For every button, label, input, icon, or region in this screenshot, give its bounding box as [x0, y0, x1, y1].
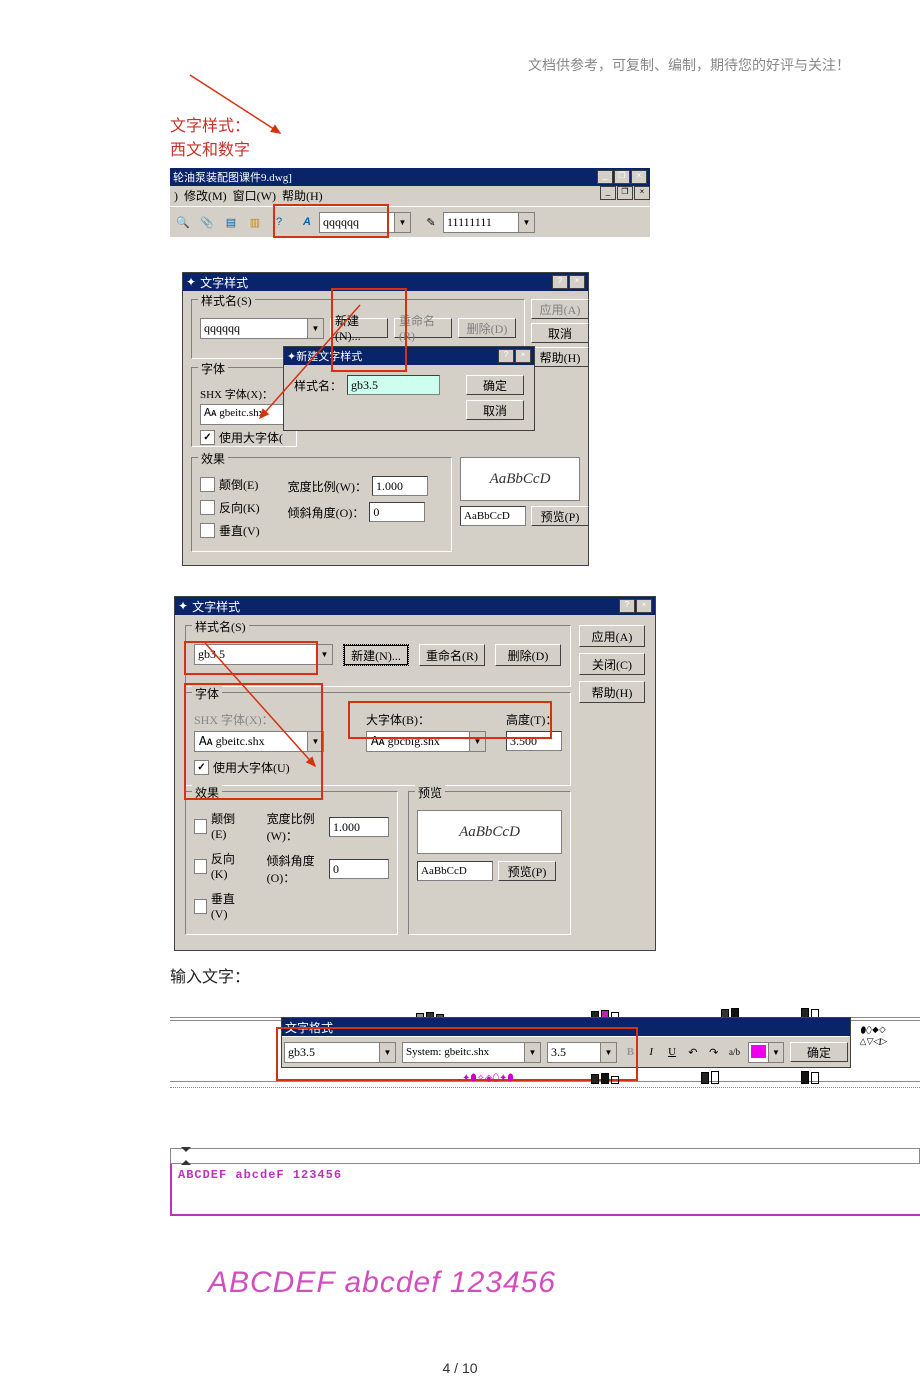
shx-combo[interactable]: 🗛 gbeitc.shx: [200, 404, 284, 425]
menu-bar: ) 修改(M) 窗口(W) 帮助(H): [170, 186, 650, 206]
menu-help[interactable]: 帮助(H): [282, 189, 323, 203]
redo-icon[interactable]: ↷: [706, 1042, 721, 1062]
new-button[interactable]: 新建(N)...: [330, 318, 388, 338]
delete-button[interactable]: 删除(D): [495, 644, 561, 666]
underline-icon[interactable]: U: [665, 1042, 680, 1062]
undo-icon[interactable]: ↶: [685, 1042, 700, 1062]
height-input[interactable]: [506, 731, 562, 751]
style-name-combo[interactable]: ▼: [200, 318, 324, 339]
width-scale-input[interactable]: [372, 476, 428, 496]
name-label: 样式名：: [294, 377, 342, 394]
preview-input[interactable]: [460, 506, 526, 526]
restore-icon[interactable]: ❐: [617, 186, 633, 200]
restore-icon[interactable]: ❐: [614, 170, 630, 184]
minimize-icon[interactable]: _: [597, 170, 613, 184]
tool-icon[interactable]: ▤: [220, 211, 242, 233]
heading-2: 西文和数字: [170, 139, 920, 163]
style-name-input[interactable]: [347, 375, 440, 395]
apply-button[interactable]: 应用(A): [531, 299, 589, 319]
rename-button[interactable]: 重命名(R): [394, 318, 452, 338]
preview-box: AaBbCcD: [417, 810, 562, 854]
help-icon[interactable]: ?: [552, 275, 568, 289]
preview-button[interactable]: 预览(P): [531, 506, 589, 526]
close-icon[interactable]: ×: [636, 599, 652, 613]
group-label: 样式名(S): [198, 292, 255, 309]
vertical-checkbox[interactable]: 垂直(V): [194, 890, 245, 922]
toolbar: 🔍 📎 ▤ ▥ ? A ▼ ✎ ▼: [170, 206, 650, 237]
notice-text: 文档供参考，可复制、编制，期待您的好评与关注！: [0, 0, 920, 75]
app-titlebar: 轮油泵装配图课件9.dwg] _ ❐ ×: [170, 168, 650, 186]
preview-input[interactable]: [417, 861, 493, 881]
tool-icon[interactable]: ▥: [244, 211, 266, 233]
italic-icon[interactable]: I: [644, 1042, 659, 1062]
rename-button[interactable]: 重命名(R): [419, 644, 485, 666]
menu-window[interactable]: 窗口(W): [233, 189, 276, 203]
tool-icon[interactable]: 🔍: [172, 211, 194, 233]
heading-1: 文字样式：: [170, 115, 920, 139]
format-font-combo[interactable]: ▼: [402, 1042, 541, 1063]
preview-button[interactable]: 预览(P): [498, 861, 556, 881]
cancel-button[interactable]: 取消: [531, 323, 589, 343]
oblique-input[interactable]: [369, 502, 425, 522]
tool-icon[interactable]: 📎: [196, 211, 218, 233]
upside-checkbox[interactable]: 颠倒(E): [200, 476, 260, 493]
oblique-input[interactable]: [329, 859, 389, 879]
dim-style-icon[interactable]: ✎: [421, 212, 441, 232]
apply-button[interactable]: 应用(A): [579, 625, 645, 647]
close-icon[interactable]: ×: [515, 349, 531, 363]
menu-modify[interactable]: 修改(M): [184, 189, 227, 203]
close-button[interactable]: 关闭(C): [579, 653, 645, 675]
help-icon[interactable]: ?: [498, 349, 514, 363]
group-label: 字体: [198, 360, 228, 377]
delete-button[interactable]: 删除(D): [458, 318, 516, 338]
width-scale-input[interactable]: [329, 817, 389, 837]
shx-label: SHX 字体(X)：: [200, 386, 288, 402]
minimize-icon[interactable]: _: [600, 186, 616, 200]
ok-button[interactable]: 确定: [466, 375, 524, 395]
upside-checkbox[interactable]: 颠倒(E): [194, 810, 245, 842]
style-name-combo[interactable]: ▼: [194, 644, 333, 665]
close-icon[interactable]: ×: [631, 170, 647, 184]
input-text-label: 输入文字：: [170, 963, 920, 987]
use-bigfont-checkbox[interactable]: ✓使用大字体(: [200, 429, 283, 446]
page-number: 4 / 10: [0, 1360, 920, 1376]
vertical-checkbox[interactable]: 垂直(V): [200, 522, 260, 539]
color-combo[interactable]: ▼: [748, 1042, 784, 1063]
bold-icon[interactable]: B: [623, 1042, 638, 1062]
help-button[interactable]: 帮助(H): [531, 347, 589, 367]
large-sample: ABCDEF abcdef 123456: [208, 1266, 920, 1300]
close-icon[interactable]: ×: [569, 275, 585, 289]
preview-box: AaBbCcD: [460, 457, 580, 501]
help-button[interactable]: 帮助(H): [579, 681, 645, 703]
ruler: [170, 1148, 920, 1164]
dialog-titlebar: ✦文字样式 ?×: [183, 273, 588, 291]
bigfont-combo[interactable]: 🗛 gbcbig.shx▼: [366, 731, 486, 752]
use-bigfont-checkbox[interactable]: ✓使用大字体(U): [194, 759, 290, 776]
cancel-button[interactable]: 取消: [466, 400, 524, 420]
new-button[interactable]: 新建(N)...: [343, 644, 409, 666]
sample-text: ABCDEF abcdeF 123456: [178, 1168, 342, 1182]
close-icon[interactable]: ×: [634, 186, 650, 200]
format-style-combo[interactable]: ▼: [284, 1042, 396, 1063]
group-label: 效果: [198, 450, 228, 467]
format-height-combo[interactable]: ▼: [547, 1042, 617, 1063]
style-combo[interactable]: ▼: [319, 212, 411, 233]
text-style-icon[interactable]: A: [297, 212, 317, 232]
dim-combo[interactable]: ▼: [443, 212, 535, 233]
ok-button[interactable]: 确定: [790, 1042, 848, 1062]
stack-icon[interactable]: a/b: [727, 1042, 742, 1062]
help-icon[interactable]: ?: [619, 599, 635, 613]
tool-icon[interactable]: ?: [268, 211, 290, 233]
backward-checkbox[interactable]: 反向(K): [200, 499, 260, 516]
shx-combo[interactable]: 🗛 gbeitc.shx▼: [194, 731, 324, 752]
backward-checkbox[interactable]: 反向(K): [194, 850, 245, 882]
format-titlebar: 文字格式: [282, 1018, 850, 1036]
dialog-titlebar: ✦文字样式 ?×: [175, 597, 655, 615]
format-toolbar: ▼ ▼ ▼ B I U ↶ ↷ a/b ▼ 确定: [282, 1036, 850, 1067]
